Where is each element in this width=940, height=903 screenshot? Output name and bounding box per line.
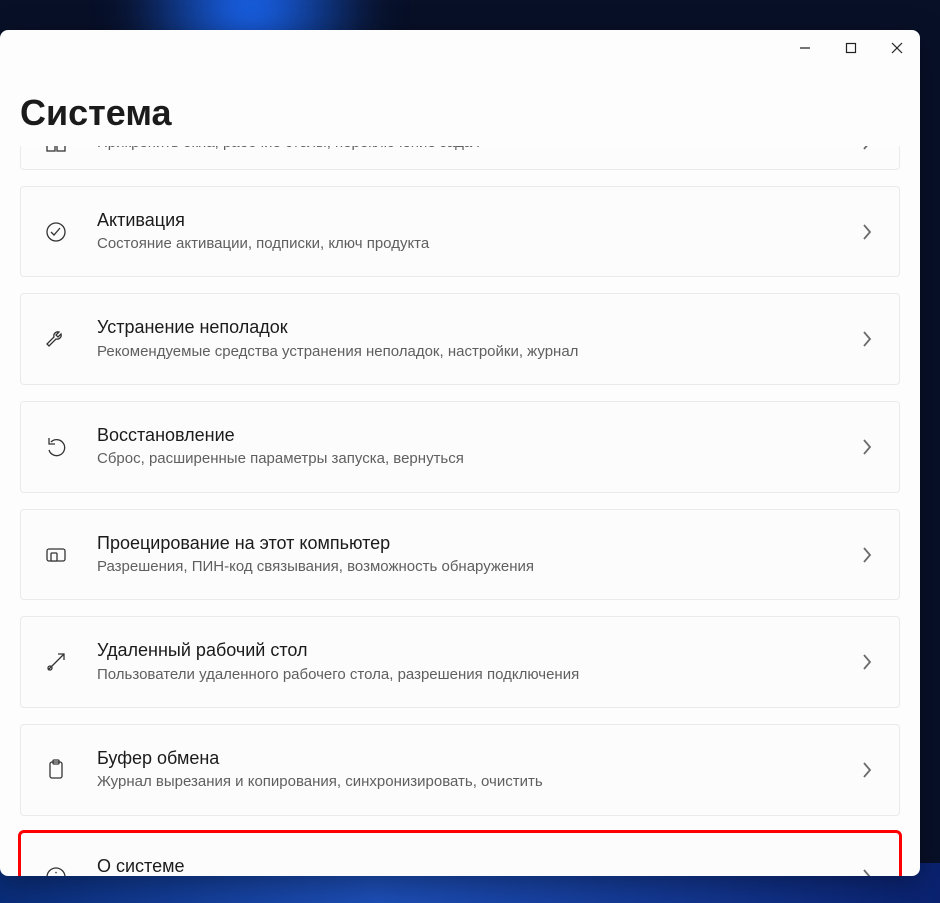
- settings-row-устранение-неполадок[interactable]: Устранение неполадок Рекомендуемые средст…: [20, 293, 900, 385]
- check-circle-icon: [43, 219, 69, 245]
- row-text: АктивацияСостояние активации, подписки, …: [97, 209, 857, 255]
- row-title: Активация: [97, 209, 857, 232]
- settings-row-восстановление[interactable]: ВосстановлениеСброс, расширенные парамет…: [20, 401, 900, 493]
- settings-window: Система Прикрепить окна, рабочие столы, …: [0, 30, 920, 876]
- maximize-button[interactable]: [828, 30, 874, 66]
- settings-row-о-системе[interactable]: О системеХарактеристики устройства, пере…: [20, 832, 900, 876]
- minimize-button[interactable]: [782, 30, 828, 66]
- row-text: Проецирование на этот компьютерРазрешени…: [97, 532, 857, 578]
- row-text: Прикрепить окна, рабочие столы, переключ…: [97, 146, 857, 153]
- remote-icon: [43, 649, 69, 675]
- grid-icon: [43, 146, 69, 155]
- row-title: О системе: [97, 855, 857, 876]
- titlebar: [0, 30, 920, 66]
- info-icon: [43, 864, 69, 876]
- row-title: Восстановление: [97, 424, 857, 447]
- row-title: Удаленный рабочий стол: [97, 639, 857, 662]
- chevron-right-icon: [857, 331, 877, 347]
- settings-row-активация[interactable]: АктивацияСостояние активации, подписки, …: [20, 186, 900, 278]
- row-subtitle: Рекомендуемые средства устранения непола…: [97, 342, 857, 362]
- chevron-right-icon: [857, 654, 877, 670]
- row-subtitle: Сброс, расширенные параметры запуска, ве…: [97, 449, 857, 469]
- settings-row-буфер-обмена[interactable]: Буфер обменаЖурнал вырезания и копирован…: [20, 724, 900, 816]
- row-text: Устранение неполадок Рекомендуемые средст…: [97, 316, 857, 362]
- row-subtitle: Разрешения, ПИН-код связывания, возможно…: [97, 557, 857, 577]
- row-subtitle: Журнал вырезания и копирования, синхрони…: [97, 772, 857, 792]
- close-button[interactable]: [874, 30, 920, 66]
- recovery-icon: [43, 434, 69, 460]
- chevron-right-icon: [857, 869, 877, 876]
- row-text: ВосстановлениеСброс, расширенные парамет…: [97, 424, 857, 470]
- project-icon: [43, 542, 69, 568]
- chevron-right-icon: [857, 439, 877, 455]
- row-title: Буфер обмена: [97, 747, 857, 770]
- row-subtitle: Состояние активации, подписки, ключ прод…: [97, 234, 857, 254]
- row-subtitle: Прикрепить окна, рабочие столы, переключ…: [97, 146, 857, 153]
- row-text: О системеХарактеристики устройства, пере…: [97, 855, 857, 876]
- settings-row-проецирование-на-этот-компьютер[interactable]: Проецирование на этот компьютерРазрешени…: [20, 509, 900, 601]
- chevron-right-icon: [857, 762, 877, 778]
- chevron-right-icon: [857, 547, 877, 563]
- page-title: Система: [0, 66, 920, 146]
- settings-row-partial[interactable]: Прикрепить окна, рабочие столы, переключ…: [20, 146, 900, 170]
- row-text: Удаленный рабочий стол Пользователи удале…: [97, 639, 857, 685]
- clipboard-icon: [43, 757, 69, 783]
- row-title: Устранение неполадок: [97, 316, 857, 339]
- wrench-icon: [43, 326, 69, 352]
- row-title: Проецирование на этот компьютер: [97, 532, 857, 555]
- row-text: Буфер обменаЖурнал вырезания и копирован…: [97, 747, 857, 793]
- chevron-right-icon: [857, 224, 877, 240]
- chevron-right-icon: [857, 146, 877, 150]
- settings-row-удаленный-рабочий-стол[interactable]: Удаленный рабочий стол Пользователи удале…: [20, 616, 900, 708]
- settings-list[interactable]: Прикрепить окна, рабочие столы, переключ…: [0, 146, 920, 876]
- row-subtitle: Пользователи удаленного рабочего стола, …: [97, 665, 857, 685]
